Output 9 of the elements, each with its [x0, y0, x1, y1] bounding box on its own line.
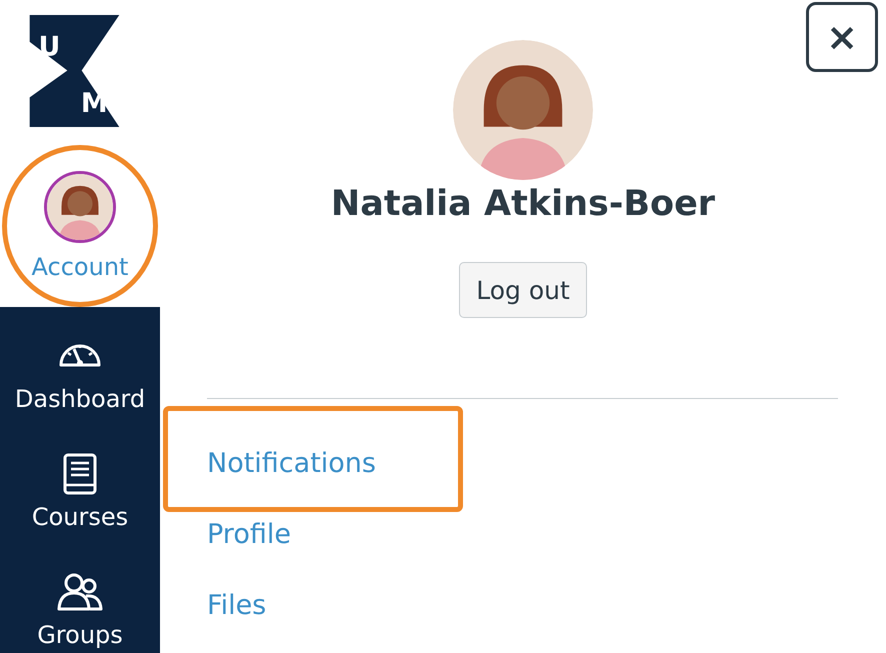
close-button[interactable]: ×: [806, 2, 878, 72]
groups-nav-item[interactable]: Groups: [37, 569, 123, 649]
menu-link[interactable]: Files: [207, 590, 266, 621]
courses-nav-item[interactable]: Courses: [32, 451, 128, 531]
menu-link[interactable]: Profile: [207, 519, 291, 550]
dashboard-nav-item[interactable]: Dashboard: [14, 333, 146, 413]
logout-button[interactable]: Log out: [459, 262, 587, 318]
user-name: Natalia Atkins-Boer: [330, 184, 716, 224]
menu-link[interactable]: Notifications: [207, 448, 376, 479]
